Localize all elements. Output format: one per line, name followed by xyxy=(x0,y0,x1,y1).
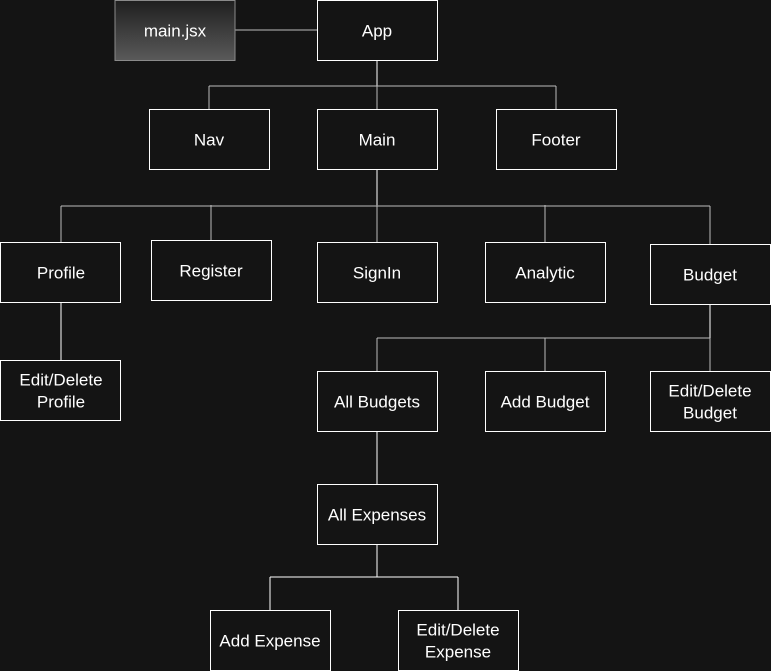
node-app: App xyxy=(317,0,438,61)
node-edit-delete-expense-line-1: Edit/Delete xyxy=(416,621,499,640)
node-analytic-label: Analytic xyxy=(515,264,575,283)
node-add-expense: Add Expense xyxy=(210,610,331,671)
node-main-jsx-label: main.jsx xyxy=(144,22,207,41)
node-budget-label: Budget xyxy=(683,266,737,285)
node-budget: Budget xyxy=(650,244,771,305)
node-edit-delete-budget: Edit/Delete Budget xyxy=(650,371,771,432)
node-app-label: App xyxy=(362,22,392,41)
node-edit-delete-profile-line-1: Edit/Delete xyxy=(19,371,102,390)
node-profile: Profile xyxy=(0,242,121,303)
node-edit-delete-expense-line-2: Expense xyxy=(425,643,491,662)
node-analytic: Analytic xyxy=(485,242,606,303)
node-register-label: Register xyxy=(179,262,243,281)
node-register: Register xyxy=(151,240,272,301)
node-all-budgets-label: All Budgets xyxy=(334,393,420,412)
node-signin: SignIn xyxy=(317,242,438,303)
node-footer: Footer xyxy=(496,109,617,170)
node-main: Main xyxy=(317,109,438,170)
node-signin-label: SignIn xyxy=(353,264,401,283)
node-footer-label: Footer xyxy=(531,131,580,150)
node-edit-delete-budget-line-2: Budget xyxy=(683,404,737,423)
node-all-budgets: All Budgets xyxy=(317,371,438,432)
node-edit-delete-profile: Edit/Delete Profile xyxy=(0,360,121,421)
node-edit-delete-expense: Edit/Delete Expense xyxy=(398,610,519,671)
node-add-budget: Add Budget xyxy=(485,371,606,432)
node-nav-label: Nav xyxy=(194,131,225,150)
node-all-expenses: All Expenses xyxy=(317,484,438,545)
node-add-expense-label: Add Expense xyxy=(219,632,320,651)
node-main-label: Main xyxy=(359,131,396,150)
component-tree-diagram: main.jsx App Nav Main Footer Profile Reg… xyxy=(0,0,771,671)
node-all-expenses-label: All Expenses xyxy=(328,506,426,525)
node-nav: Nav xyxy=(149,109,270,170)
node-main-jsx: main.jsx xyxy=(114,0,236,61)
node-edit-delete-profile-line-2: Profile xyxy=(37,393,85,412)
node-add-budget-label: Add Budget xyxy=(501,393,590,412)
node-edit-delete-budget-line-1: Edit/Delete xyxy=(668,382,751,401)
node-profile-label: Profile xyxy=(37,264,85,283)
